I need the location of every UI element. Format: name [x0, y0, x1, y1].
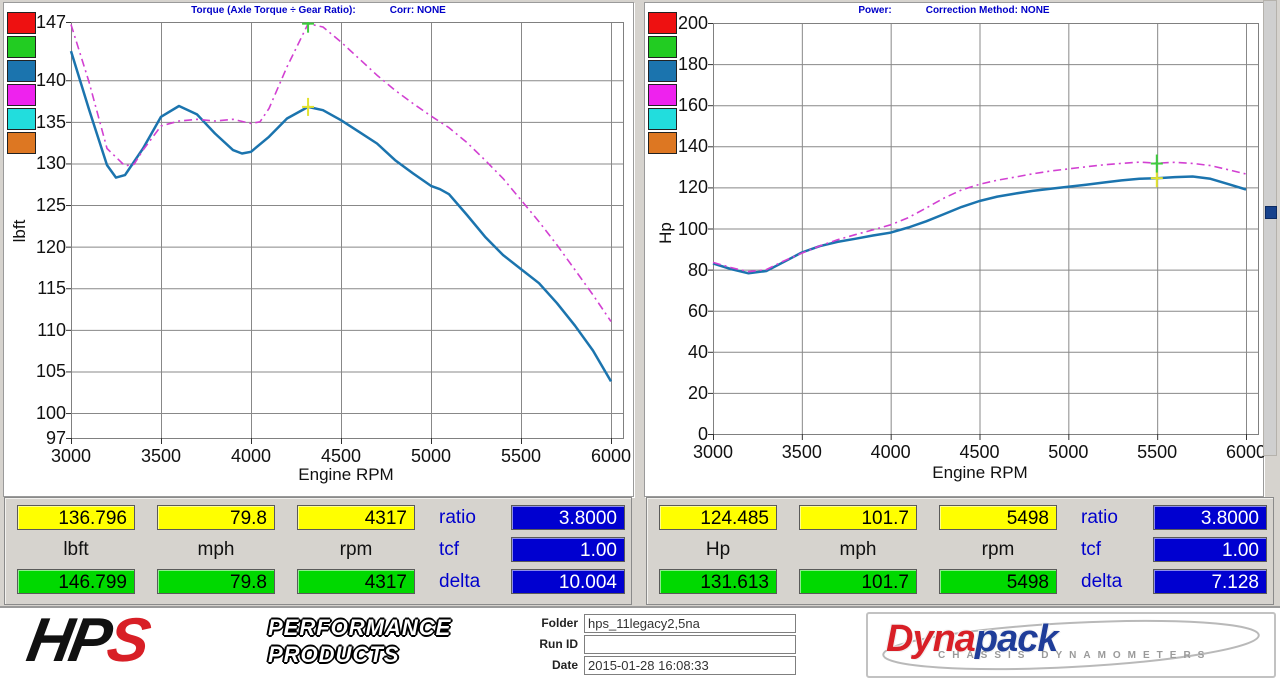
- ratio-label: ratio: [439, 505, 511, 530]
- x-tick-label: 3000: [41, 446, 101, 467]
- y-tick-label: 135: [16, 112, 66, 133]
- dynapack-subtitle: CHASSIS DYNAMOMETERS: [938, 650, 1211, 661]
- power-cursor-mph: 101.7: [799, 505, 917, 530]
- power-x-axis-label: Engine RPM: [910, 463, 1050, 483]
- y-tick-label: 147: [16, 12, 66, 33]
- x-tick-label: 5500: [491, 446, 551, 467]
- torque-plot-area[interactable]: [66, 22, 625, 448]
- power-ref-rpm: 5498: [939, 569, 1057, 594]
- y-tick-label: 40: [658, 342, 708, 363]
- torque-ref-mph: 79.8: [157, 569, 275, 594]
- y-tick-label: 160: [658, 95, 708, 116]
- x-tick-label: 3500: [131, 446, 191, 467]
- run-id-input[interactable]: [584, 635, 796, 654]
- tcf-label: tcf: [1081, 537, 1153, 562]
- tcf-value: 1.00: [511, 537, 625, 562]
- x-tick-label: 5000: [401, 446, 461, 467]
- x-tick-label: 3500: [772, 442, 832, 463]
- run-color-swatch[interactable]: [7, 36, 36, 58]
- power-ref-value: 131.613: [659, 569, 777, 594]
- folder-input[interactable]: [584, 614, 796, 633]
- delta-label: delta: [439, 569, 511, 594]
- power-ref-mph: 101.7: [799, 569, 917, 594]
- y-tick-label: 20: [658, 383, 708, 404]
- mph-unit-label: mph: [157, 537, 275, 562]
- y-tick-label: 200: [658, 13, 708, 34]
- power-cursor-rpm: 5498: [939, 505, 1057, 530]
- x-tick-label: 4000: [861, 442, 921, 463]
- folder-field-label: Folder: [518, 616, 578, 630]
- power-title-text: Power:: [858, 5, 891, 16]
- power-unit-label: Hp: [659, 537, 777, 562]
- x-tick-label: 4500: [950, 442, 1010, 463]
- hps-logo-text: PERFORMANCE PRODUCTS: [268, 614, 451, 668]
- delta-label: delta: [1081, 569, 1153, 594]
- y-tick-label: 60: [658, 301, 708, 322]
- x-tick-label: 5500: [1127, 442, 1187, 463]
- x-tick-label: 6000: [581, 446, 641, 467]
- y-tick-label: 110: [16, 320, 66, 341]
- rpm-unit-label: rpm: [297, 537, 415, 562]
- torque-chart-panel: Torque (Axle Torque ÷ Gear Ratio): Corr: …: [3, 2, 634, 497]
- torque-ref-value: 146.799: [17, 569, 135, 594]
- torque-values-panel: 136.796 79.8 4317 lbft mph rpm 146.799 7…: [4, 497, 632, 605]
- x-tick-label: 4000: [221, 446, 281, 467]
- rpm-unit-label: rpm: [939, 537, 1057, 562]
- cursor-scrollbar-track[interactable]: [1263, 0, 1277, 456]
- torque-title-text: Torque (Axle Torque ÷ Gear Ratio):: [191, 5, 356, 16]
- footer-bar: HPS PERFORMANCE PRODUCTS Folder Run ID D…: [0, 606, 1280, 678]
- y-tick-label: 125: [16, 195, 66, 216]
- power-plot-area[interactable]: [708, 23, 1260, 444]
- torque-cursor-mph: 79.8: [157, 505, 275, 530]
- hps-performance-text: PERFORMANCE: [268, 614, 451, 641]
- delta-value: 10.004: [511, 569, 625, 594]
- torque-cursor-rpm: 4317: [297, 505, 415, 530]
- mph-unit-label: mph: [799, 537, 917, 562]
- x-tick-label: 3000: [683, 442, 743, 463]
- y-tick-label: 80: [658, 260, 708, 281]
- hps-products-text: PRODUCTS: [268, 641, 451, 668]
- torque-chart-title: Torque (Axle Torque ÷ Gear Ratio): Corr: …: [4, 5, 633, 16]
- dynapack-logo: Dynapack CHASSIS DYNAMOMETERS: [866, 612, 1276, 678]
- run-color-swatch[interactable]: [7, 132, 36, 154]
- ratio-value: 3.8000: [511, 505, 625, 530]
- torque-unit-label: lbft: [17, 537, 135, 562]
- date-input[interactable]: [584, 656, 796, 675]
- y-tick-label: 140: [16, 70, 66, 91]
- power-correction-text: Correction Method: NONE: [926, 5, 1050, 16]
- date-field-label: Date: [518, 658, 578, 672]
- y-tick-label: 180: [658, 54, 708, 75]
- hps-logo-hp: HP: [22, 606, 114, 675]
- run-id-field-label: Run ID: [518, 637, 578, 651]
- plot-border: [72, 23, 624, 439]
- y-tick-label: 130: [16, 153, 66, 174]
- y-tick-label: 100: [16, 403, 66, 424]
- tcf-label: tcf: [439, 537, 511, 562]
- delta-value: 7.128: [1153, 569, 1267, 594]
- y-tick-label: 115: [16, 278, 66, 299]
- x-tick-label: 5000: [1038, 442, 1098, 463]
- y-tick-label: 105: [16, 361, 66, 382]
- y-tick-label: 140: [658, 136, 708, 157]
- torque-correction-text: Corr: NONE: [390, 5, 446, 16]
- torque-cursor-value: 136.796: [17, 505, 135, 530]
- dynapack-dyno-app: Torque (Axle Torque ÷ Gear Ratio): Corr: …: [0, 0, 1280, 676]
- y-tick-label: 120: [658, 177, 708, 198]
- torque-x-axis-label: Engine RPM: [276, 465, 416, 485]
- ratio-value: 3.8000: [1153, 505, 1267, 530]
- ratio-label: ratio: [1081, 505, 1153, 530]
- power-values-panel: 124.485 101.7 5498 Hp mph rpm 131.613 10…: [646, 497, 1274, 605]
- power-chart-title: Power: Correction Method: NONE: [645, 5, 1263, 16]
- torque-ref-rpm: 4317: [297, 569, 415, 594]
- x-tick-label: 4500: [311, 446, 371, 467]
- cursor-scrollbar-thumb[interactable]: [1265, 206, 1277, 219]
- power-chart-panel: Power:Correction Method: NONE Hp Engine …: [644, 2, 1264, 497]
- hps-logo: HPS: [22, 608, 152, 674]
- power-cursor-value: 124.485: [659, 505, 777, 530]
- y-tick-label: 100: [658, 219, 708, 240]
- tcf-value: 1.00: [1153, 537, 1267, 562]
- y-tick-label: 120: [16, 237, 66, 258]
